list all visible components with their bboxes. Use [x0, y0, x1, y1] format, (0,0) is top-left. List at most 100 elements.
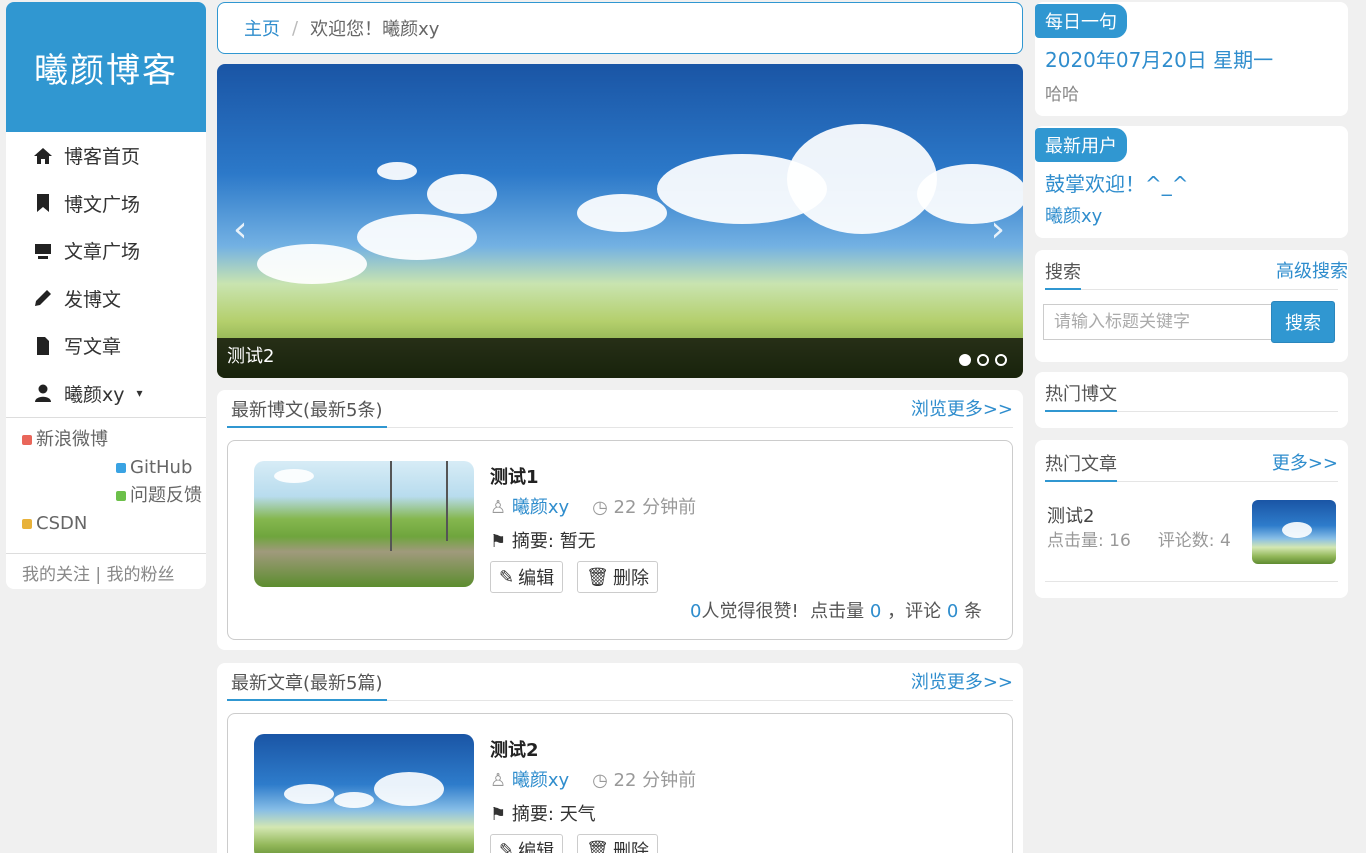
article-body: 测试2 ♙ 曦颜xy ◷ 22 分钟前 ⚑ 摘要: 天气 ✎ 编辑 🗑 删除 — [490, 736, 696, 853]
post-body: 测试1 ♙ 曦颜xy ◷ 22 分钟前 ⚑ 摘要: 暂无 ✎ 编辑 🗑 删除 — [490, 463, 696, 593]
my-fans-link[interactable]: 我的粉丝 — [107, 565, 175, 585]
search-form: 搜索 — [1043, 301, 1338, 343]
external-links: 新浪微博 GitHub 问题反馈 CSDN — [6, 418, 206, 553]
clock-icon: ◷ — [592, 497, 608, 518]
hot-article-item[interactable]: 测试2 点击量: 16 评论数: 4 — [1045, 494, 1338, 582]
sidebar-item-post-square[interactable]: 博文广场 — [6, 180, 206, 228]
link-weibo[interactable]: 新浪微博 — [22, 426, 118, 454]
delete-button[interactable]: 🗑 删除 — [577, 561, 658, 593]
carousel-dot-2[interactable] — [977, 354, 989, 366]
search-box: 搜索 高级搜索 搜索 — [1035, 250, 1348, 362]
breadcrumb-current: 欢迎您！曦颜xy — [310, 19, 440, 40]
post-author[interactable]: 曦颜xy — [512, 497, 569, 518]
hot-article-title[interactable]: 测试2 — [1047, 502, 1094, 528]
blue-dot-icon — [116, 463, 126, 473]
carousel-caption: 测试2 — [227, 346, 275, 367]
hot-articles-header: 热门文章 更多>> — [1045, 440, 1338, 482]
sidebar-item-article-square[interactable]: 文章广场 — [6, 227, 206, 275]
article-actions: ✎ 编辑 🗑 删除 — [490, 834, 696, 853]
article-author[interactable]: 曦颜xy — [512, 770, 569, 791]
cloud-shape — [377, 162, 417, 180]
home-icon — [32, 145, 54, 167]
trash-icon: 🗑 — [586, 566, 609, 588]
red-dot-icon — [22, 435, 32, 445]
sidebar-item-blog-home[interactable]: 博客首页 — [6, 132, 206, 180]
search-title: 搜索 — [1045, 258, 1081, 290]
image-carousel[interactable]: ‹ › 测试2 — [217, 64, 1023, 378]
green-dot-icon — [116, 491, 126, 501]
edit-button[interactable]: ✎ 编辑 — [490, 834, 564, 853]
sidebar-item-new-post[interactable]: 发博文 — [6, 275, 206, 323]
yellow-dot-icon — [22, 519, 32, 529]
carousel-prev-button[interactable]: ‹ — [233, 209, 247, 250]
link-feedback[interactable]: 问题反馈 — [116, 482, 202, 510]
carousel-dot-3[interactable] — [995, 354, 1007, 366]
cloud-shape — [357, 214, 477, 260]
daily-date: 2020年07月20日 星期一 — [1045, 48, 1274, 72]
pencil-icon — [32, 287, 54, 309]
site-logo[interactable]: 曦颜博客 — [6, 2, 206, 132]
link-github[interactable]: GitHub — [116, 454, 192, 482]
article-card: 测试2 ♙ 曦颜xy ◷ 22 分钟前 ⚑ 摘要: 天气 ✎ 编辑 🗑 删除 — [227, 713, 1013, 853]
browse-more-link[interactable]: 浏览更多>> — [911, 395, 1013, 427]
sidebar-item-label: 发博文 — [64, 288, 122, 311]
hot-article-comments: 4 — [1219, 531, 1231, 551]
bookmark-icon — [32, 192, 54, 214]
hot-posts-header: 热门博文 — [1045, 372, 1338, 412]
article-time: 22 分钟前 — [613, 770, 697, 791]
cloud-shape — [917, 164, 1023, 224]
sidebar-item-label: 博文广场 — [64, 193, 141, 216]
link-csdn[interactable]: CSDN — [22, 510, 87, 538]
caption-bar — [217, 338, 1023, 378]
sidebar-item-write-article[interactable]: 写文章 — [6, 322, 206, 370]
newest-user-link[interactable]: 曦颜xy — [1045, 202, 1102, 228]
carousel-indicators — [959, 354, 1007, 366]
follow-links: 我的关注 | 我的粉丝 — [6, 553, 206, 589]
my-follows-link[interactable]: 我的关注 — [22, 565, 90, 585]
welcome-text: 鼓掌欢迎！^_^ — [1045, 172, 1189, 196]
trash-icon: 🗑 — [586, 839, 609, 853]
post-stats: 0人觉得很赞! 点击量 0 ，评论 0 条 — [690, 601, 982, 622]
cloud-shape — [577, 194, 667, 232]
panel-header: 最新文章(最新5篇) 浏览更多>> — [227, 663, 1013, 701]
browse-more-link[interactable]: 浏览更多>> — [911, 668, 1013, 700]
latest-articles-panel: 最新文章(最新5篇) 浏览更多>> 测试2 ♙ 曦颜xy ◷ 22 分钟前 ⚑ … — [217, 663, 1023, 853]
sidebar-item-label: 博客首页 — [64, 146, 141, 169]
hot-posts-title: 热门博文 — [1045, 380, 1117, 412]
document-icon — [32, 335, 54, 357]
post-actions: ✎ 编辑 🗑 删除 — [490, 561, 696, 593]
advanced-search-link[interactable]: 高级搜索 — [1276, 257, 1348, 289]
cloud-shape — [257, 244, 367, 284]
carousel-next-button[interactable]: › — [991, 209, 1005, 250]
hot-article-thumbnail[interactable] — [1252, 500, 1336, 564]
caret-down-icon: ▾ — [136, 386, 143, 401]
article-meta: ♙ 曦颜xy ◷ 22 分钟前 — [490, 766, 696, 792]
article-thumbnail[interactable] — [254, 734, 474, 853]
sidebar-item-label: 曦颜xy — [64, 383, 125, 406]
sidebar-item-user-menu[interactable]: 曦颜xy ▾ — [6, 370, 206, 418]
flag-icon: ⚑ — [490, 531, 507, 552]
edit-icon: ✎ — [499, 566, 515, 588]
daily-quote-tag: 每日一句 — [1035, 4, 1127, 38]
edit-button[interactable]: ✎ 编辑 — [490, 561, 564, 593]
newest-user-box: 最新用户 鼓掌欢迎！^_^ 曦颜xy — [1035, 126, 1348, 238]
user-icon: ♙ — [490, 497, 507, 518]
user-icon: ♙ — [490, 770, 507, 791]
search-button[interactable]: 搜索 — [1271, 301, 1335, 343]
left-sidebar: 曦颜博客 博客首页 博文广场 文章广场 发博文 写文章 曦颜xy ▾ 新浪微博 … — [6, 2, 206, 589]
more-articles-link[interactable]: 更多>> — [1272, 449, 1338, 481]
article-title[interactable]: 测试2 — [490, 736, 696, 762]
hot-articles-title: 热门文章 — [1045, 450, 1117, 482]
carousel-dot-1[interactable] — [959, 354, 971, 366]
post-title[interactable]: 测试1 — [490, 463, 696, 489]
daily-quote-text: 哈哈 — [1045, 85, 1079, 105]
post-summary: ⚑ 摘要: 暂无 — [490, 531, 596, 552]
post-thumbnail[interactable] — [254, 461, 474, 587]
breadcrumb-home-link[interactable]: 主页 — [244, 15, 280, 41]
delete-button[interactable]: 🗑 删除 — [577, 834, 658, 853]
separator: | — [95, 565, 102, 585]
hot-posts-box: 热门博文 — [1035, 372, 1348, 428]
newest-user-tag: 最新用户 — [1035, 128, 1127, 162]
edit-icon: ✎ — [499, 839, 515, 853]
search-input[interactable] — [1043, 304, 1271, 340]
